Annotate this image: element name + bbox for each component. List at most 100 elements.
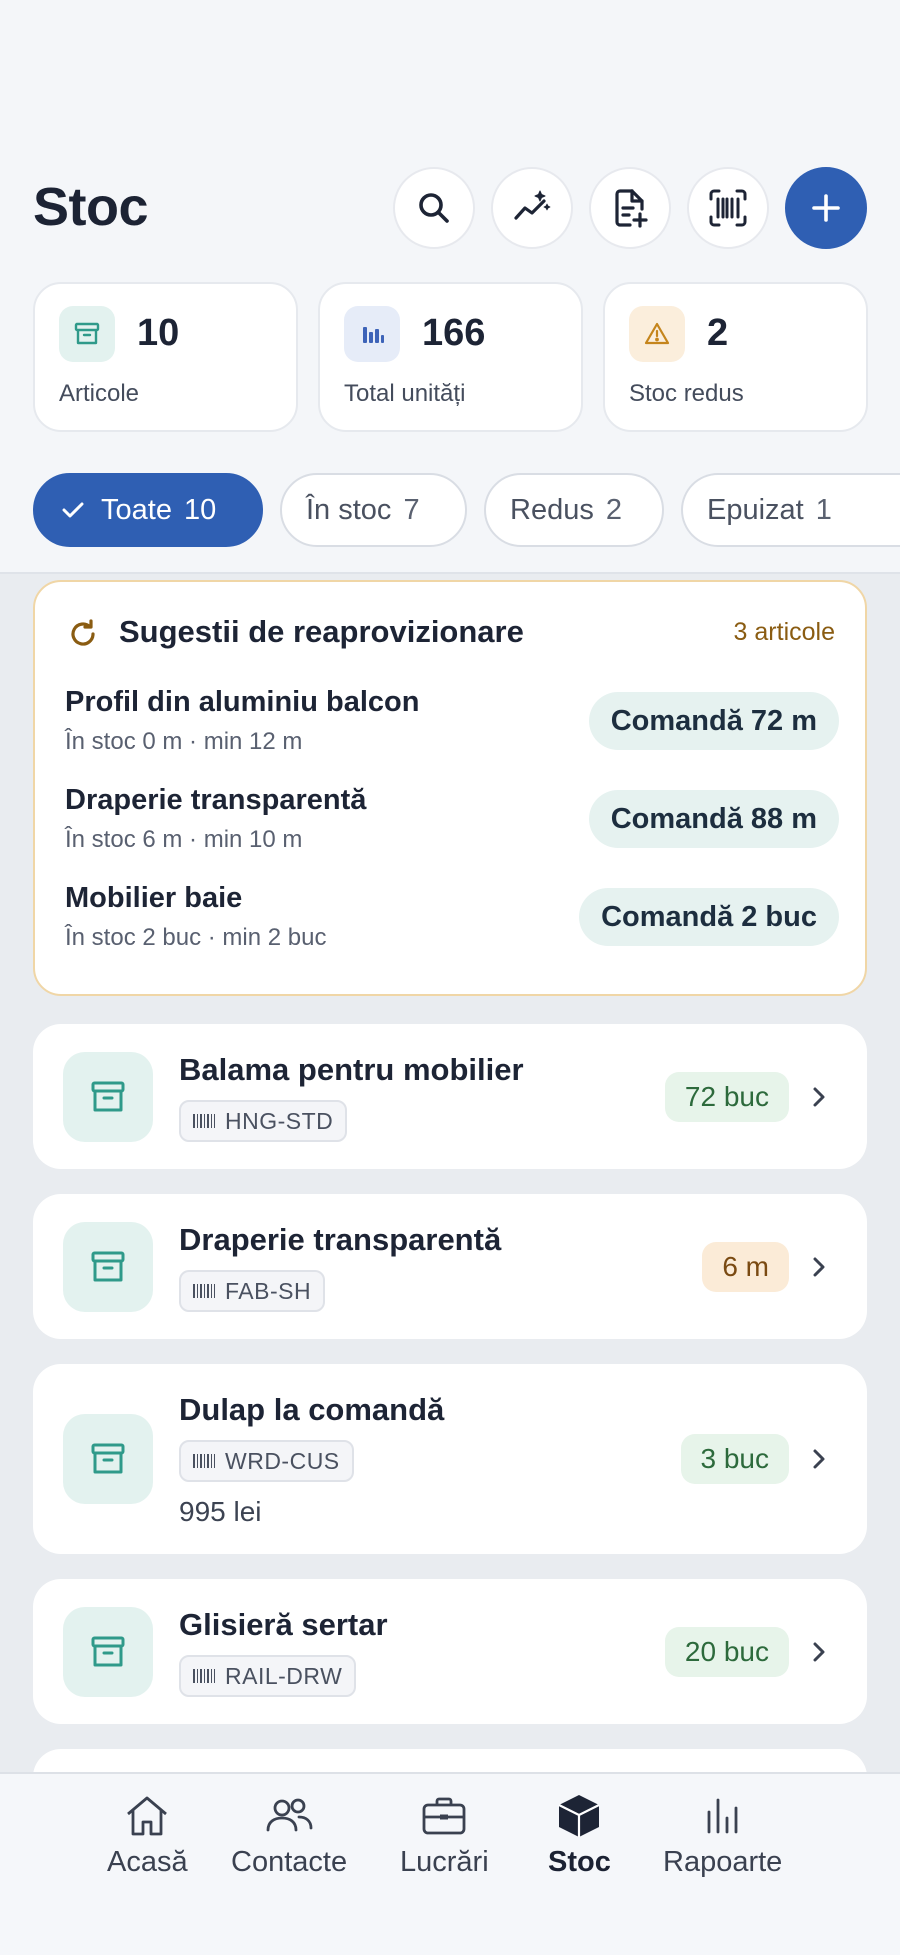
stat-card-low-stock: 2 Stoc redus — [603, 282, 868, 432]
archive-icon — [74, 322, 100, 345]
suggestion-stock: În stoc 6 m · min 10 m — [65, 826, 303, 853]
filter-chip-low[interactable]: Redus 2 — [484, 473, 664, 547]
stat-card-total-units: 166 Total unități — [318, 282, 583, 432]
item-price: 995 lei — [179, 1496, 262, 1527]
suggestion-name: Mobilier baie — [65, 882, 243, 914]
suggestion-row: Draperie transparentă În stoc 6 m · min … — [65, 784, 839, 864]
barcode-scan-icon — [709, 189, 747, 227]
item-sku-code: FAB-SH — [225, 1277, 312, 1304]
filter-chip-count: 7 — [403, 493, 420, 526]
filter-chip-count: 1 — [815, 493, 832, 526]
barcode-icon — [193, 1114, 215, 1128]
search-button[interactable] — [393, 167, 475, 249]
barcode-icon — [193, 1284, 215, 1298]
briefcase-icon — [422, 1797, 466, 1835]
order-button[interactable]: Comandă 88 m — [588, 790, 839, 848]
item-icon-wrap — [63, 1052, 153, 1142]
inventory-item[interactable]: Glisieră sertar RAIL-DRW 20 buc — [33, 1579, 867, 1724]
page-title: Stoc — [33, 177, 149, 237]
filter-chip-all[interactable]: Toate 10 — [33, 473, 263, 547]
item-sku: RAIL-DRW — [179, 1655, 357, 1697]
home-icon — [127, 1796, 168, 1836]
order-button[interactable]: Comandă 72 m — [588, 692, 839, 750]
barcode-icon — [193, 1454, 215, 1468]
archive-icon — [91, 1636, 125, 1667]
item-sku: FAB-SH — [179, 1270, 326, 1312]
suggestion-row: Mobilier baie În stoc 2 buc · min 2 buc … — [65, 882, 839, 962]
suggestion-row: Profil din aluminiu balcon În stoc 0 m ·… — [65, 686, 839, 766]
inventory-item[interactable]: Draperie transparentă FAB-SH 6 m — [33, 1194, 867, 1339]
refresh-icon — [71, 619, 95, 646]
stat-value: 166 — [422, 312, 486, 354]
order-button[interactable]: Comandă 2 buc — [579, 888, 839, 946]
inventory-item[interactable]: Balama pentru mobilier HNG-STD 72 buc — [33, 1024, 867, 1169]
suggestions-count: 3 articole — [733, 618, 835, 646]
add-document-icon — [615, 189, 648, 228]
bar-chart-icon — [363, 327, 384, 343]
suggestion-name: Draperie transparentă — [65, 784, 367, 816]
chevron-right-icon — [813, 1449, 825, 1469]
contacts-icon — [266, 1798, 313, 1832]
item-quantity-badge: 6 m — [702, 1242, 789, 1292]
item-sku-code: WRD-CUS — [225, 1447, 340, 1474]
check-icon — [62, 502, 84, 518]
chevron-right-icon — [813, 1087, 825, 1107]
warning-icon — [644, 322, 670, 345]
item-name: Dulap la comandă — [179, 1392, 445, 1427]
nav-label: Rapoarte — [663, 1846, 783, 1878]
add-item-button[interactable] — [785, 167, 867, 249]
nav-label: Acasă — [107, 1846, 188, 1878]
filter-chip-label: Toate — [101, 493, 172, 526]
nav-label: Stoc — [548, 1846, 611, 1878]
inventory-item[interactable]: Dulap la comandă WRD-CUS 995 lei 3 buc — [33, 1364, 867, 1554]
item-icon-wrap — [63, 1414, 153, 1504]
nav-item-reports[interactable]: Rapoarte — [663, 1790, 782, 1879]
stat-card-articles: 10 Articole — [33, 282, 298, 432]
stat-label: Articole — [59, 380, 140, 407]
nav-item-jobs[interactable]: Lucrări — [400, 1790, 489, 1879]
item-name: Draperie transparentă — [179, 1222, 502, 1257]
stat-icon-wrap — [344, 306, 400, 362]
archive-icon — [91, 1251, 125, 1282]
nav-item-stock[interactable]: Stoc — [548, 1790, 611, 1879]
suggestion-name: Profil din aluminiu balcon — [65, 686, 420, 718]
filter-chip-label: Redus — [510, 493, 594, 526]
insights-button[interactable] — [491, 167, 573, 249]
filter-chip-in-stock[interactable]: În stoc 7 — [280, 473, 467, 547]
filter-chip-label: În stoc — [306, 493, 392, 526]
stat-value: 2 — [707, 312, 729, 354]
suggestion-stock: În stoc 0 m · min 12 m — [65, 728, 303, 755]
stat-icon-wrap — [629, 306, 685, 362]
nav-item-home[interactable]: Acasă — [107, 1790, 188, 1879]
stat-value: 10 — [137, 312, 180, 354]
item-sku: WRD-CUS — [179, 1440, 354, 1482]
item-name: Glisieră sertar — [179, 1607, 388, 1642]
stat-icon-wrap — [59, 306, 115, 362]
trend-sparkle-icon — [514, 190, 551, 220]
bottom-nav: Acasă Contacte Lucrări Stoc Rapoarte — [0, 1772, 900, 1955]
filter-chip-depleted[interactable]: Epuizat 1 — [681, 473, 900, 547]
new-document-button[interactable] — [589, 167, 671, 249]
item-quantity-badge: 72 buc — [664, 1072, 789, 1122]
reports-icon — [707, 1798, 738, 1834]
stat-label: Total unități — [344, 380, 466, 407]
restock-suggestions-card: Sugestii de reaprovizionare 3 articole P… — [33, 580, 867, 996]
barcode-icon — [193, 1669, 215, 1683]
nav-item-contacts[interactable]: Contacte — [231, 1790, 347, 1879]
filter-chip-label: Epuizat — [707, 493, 804, 526]
item-icon-wrap — [63, 1607, 153, 1697]
filter-chip-count: 2 — [605, 493, 622, 526]
suggestion-stock: În stoc 2 buc · min 2 buc — [65, 924, 327, 951]
scan-barcode-button[interactable] — [687, 167, 769, 249]
filter-chip-count: 10 — [183, 493, 217, 526]
item-quantity-badge: 3 buc — [680, 1434, 789, 1484]
box-icon — [558, 1795, 600, 1837]
stat-label: Stoc redus — [629, 380, 744, 407]
item-sku-code: HNG-STD — [225, 1107, 334, 1134]
nav-label: Contacte — [231, 1846, 348, 1878]
item-icon-wrap — [63, 1222, 153, 1312]
item-quantity-badge: 20 buc — [664, 1627, 789, 1677]
archive-icon — [91, 1443, 125, 1474]
suggestions-title: Sugestii de reaprovizionare — [119, 614, 524, 649]
search-icon — [419, 193, 449, 223]
